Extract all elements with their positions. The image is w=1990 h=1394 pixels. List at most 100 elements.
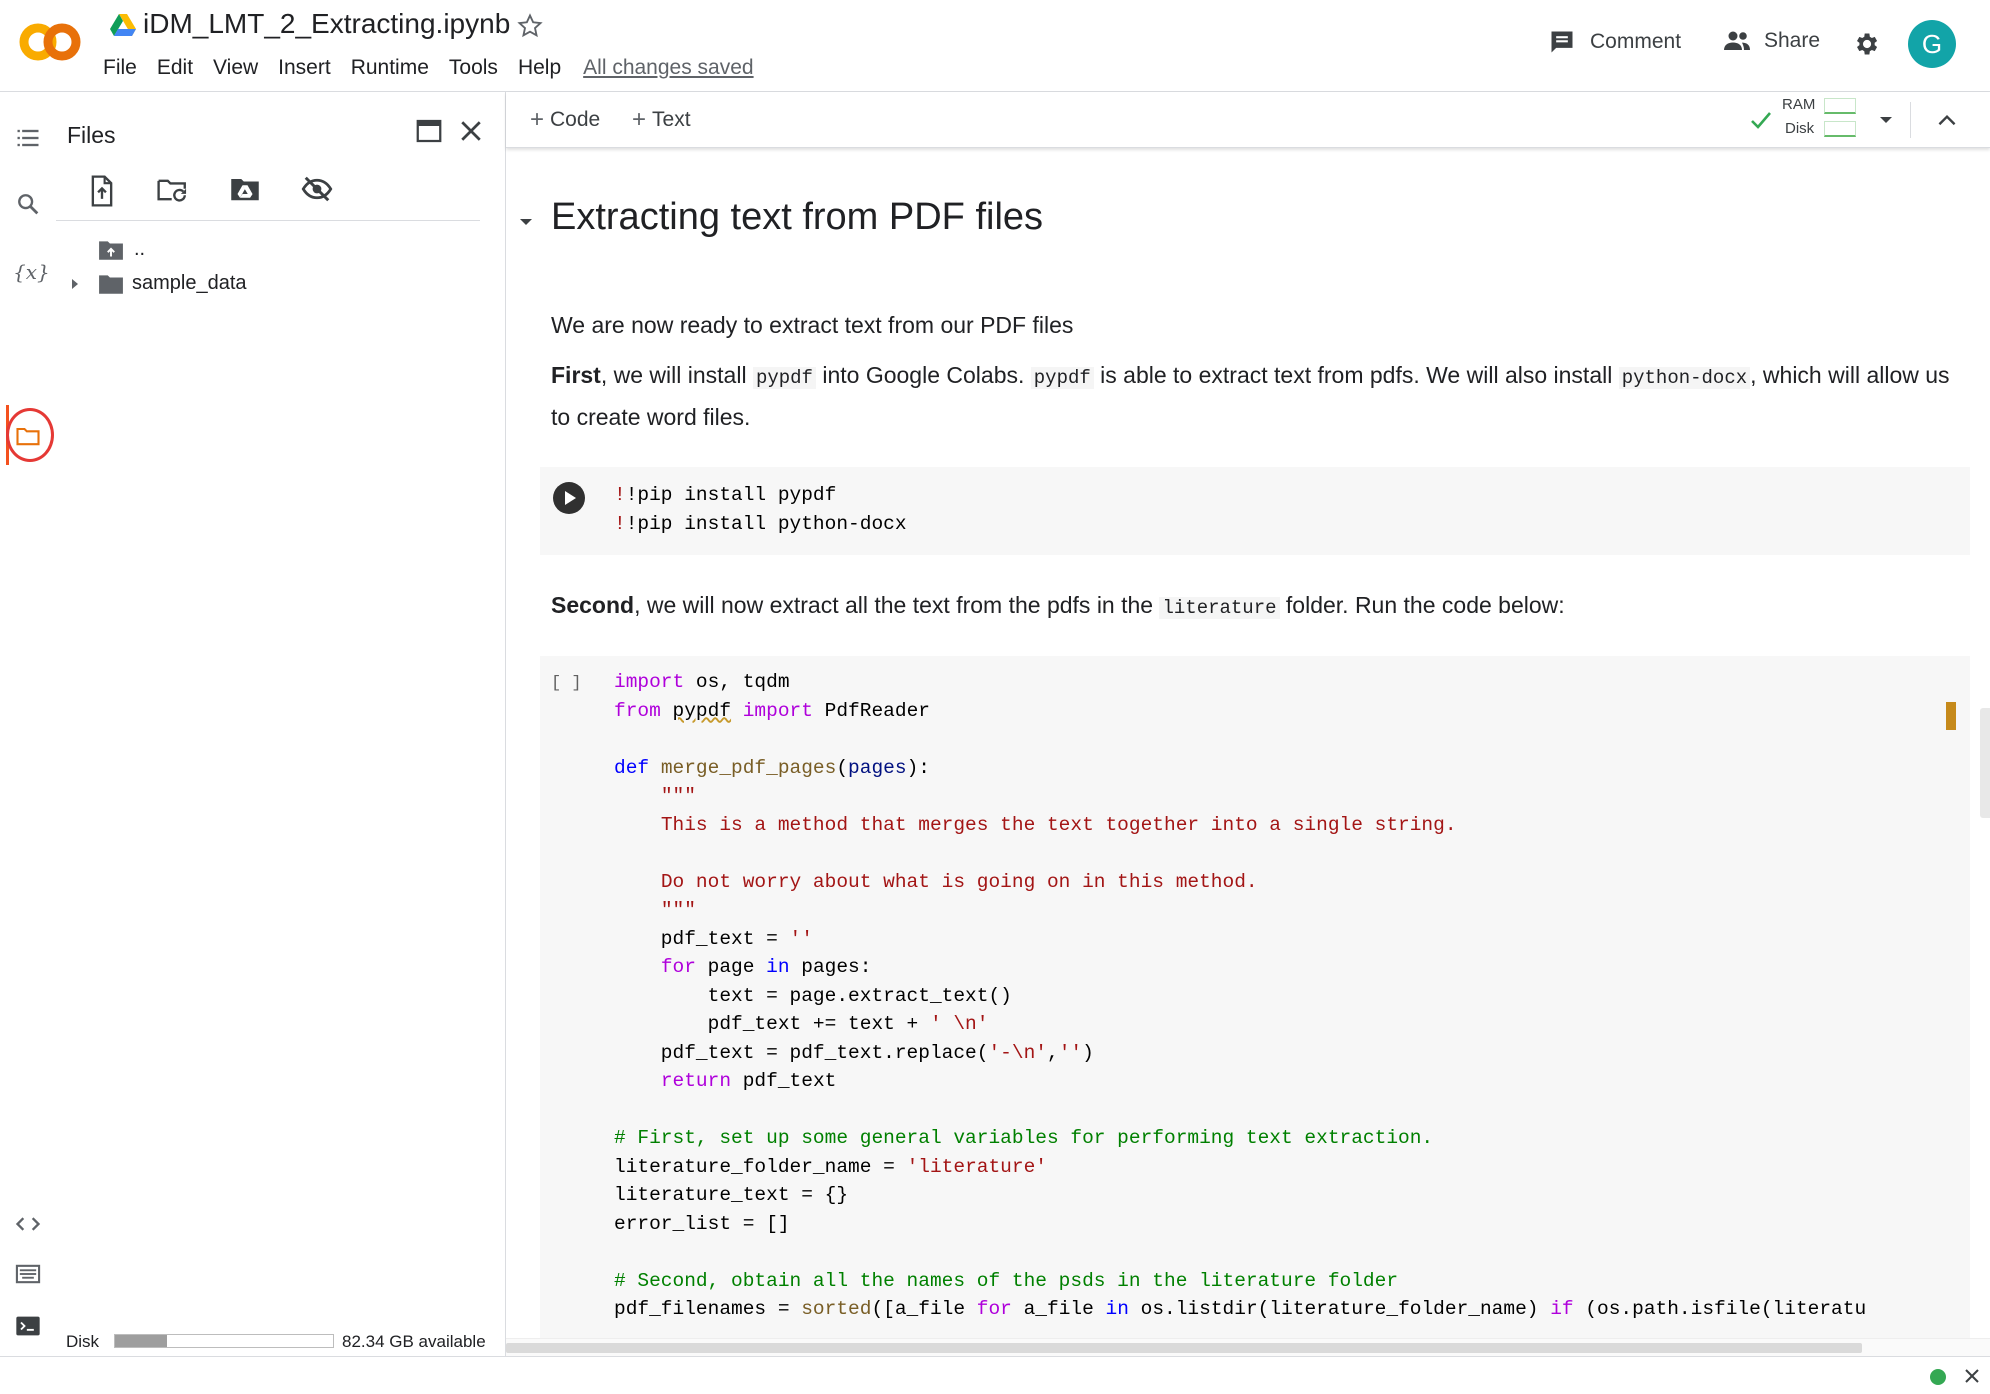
menu-view[interactable]: View [203, 54, 268, 82]
menu-file[interactable]: File [93, 54, 147, 82]
disk-label: Disk [66, 1332, 100, 1351]
comment-icon [1551, 31, 1573, 53]
text-cell-second[interactable]: Second, we will now extract all the text… [551, 586, 1971, 628]
code-line: !pip install python-docx [625, 512, 907, 535]
menu-insert[interactable]: Insert [268, 54, 341, 82]
code-line: !pip install pypdf [625, 484, 837, 506]
bang-mark: ! [614, 484, 626, 506]
horizontal-scrollbar[interactable] [506, 1338, 1990, 1356]
comment-label: Comment [1590, 30, 1682, 53]
runtime-status-dot[interactable] [1930, 1369, 1946, 1385]
mount-drive-icon[interactable] [228, 174, 262, 208]
disk-available-text: 82.34 GB available [342, 1332, 486, 1351]
text-cell-intro[interactable]: We are now ready to extract text from ou… [551, 306, 1971, 345]
close-status-icon[interactable] [1963, 1367, 1981, 1385]
code-editor[interactable]: import os, tqdm from pypdf import PdfRea… [614, 668, 1866, 1324]
disk-mini-usage-bar[interactable] [1824, 121, 1856, 137]
text-span: is able to extract text from pdfs. We wi… [1093, 362, 1619, 388]
folder-up-icon [99, 240, 123, 260]
ram-label: RAM [1782, 96, 1816, 113]
text-span: into Google Colabs. [815, 362, 1031, 388]
folder-icon [99, 274, 123, 294]
add-code-label: Code [550, 108, 601, 131]
menu-help[interactable]: Help [508, 54, 571, 82]
comment-button[interactable]: Comment [1548, 28, 1681, 56]
files-panel-title: Files [67, 122, 116, 148]
tree-item-label: sample_data [132, 272, 247, 294]
plus-icon: + [632, 106, 647, 133]
people-icon [1724, 31, 1750, 50]
execution-count: [ ] [551, 674, 582, 693]
status-bar [0, 1356, 1990, 1394]
google-drive-icon[interactable] [110, 14, 136, 36]
play-icon [565, 491, 576, 505]
inline-code: literature [1159, 597, 1280, 619]
notebook-title[interactable]: iDM_LMT_2_Extracting.ipynb [143, 8, 510, 40]
menu-bar: File Edit View Insert Runtime Tools Help… [93, 54, 754, 82]
files-toolbar [86, 174, 334, 208]
tree-item-parent[interactable]: .. [98, 238, 145, 261]
menu-runtime[interactable]: Runtime [341, 54, 439, 82]
close-panel-icon[interactable] [456, 116, 486, 146]
vertical-scrollbar-thumb[interactable] [1980, 708, 1990, 818]
hide-files-icon[interactable] [300, 174, 334, 208]
text-cell-first[interactable]: First, we will install pypdf into Google… [551, 356, 1971, 437]
add-code-button[interactable]: + Code [530, 106, 600, 134]
resources-dropdown-icon[interactable] [1876, 112, 1896, 128]
toolbar-divider [1910, 102, 1911, 138]
section-heading: Extracting text from PDF files [551, 196, 1044, 238]
left-rail: {x} [0, 92, 56, 1356]
files-divider [56, 220, 480, 221]
bang-mark: ! [614, 512, 626, 535]
share-label: Share [1764, 29, 1821, 52]
connected-check-icon[interactable] [1748, 108, 1774, 132]
app-header: iDM_LMT_2_Extracting.ipynb File Edit Vie… [0, 0, 1990, 92]
add-text-label: Text [652, 108, 691, 131]
upload-file-icon[interactable] [86, 174, 118, 208]
inline-code: pypdf [1030, 367, 1094, 389]
tree-item-sample-data[interactable]: sample_data [66, 272, 247, 295]
disk-usage-bar [114, 1334, 334, 1348]
ram-usage-bar[interactable] [1824, 98, 1856, 114]
notebook-content: Extracting text from PDF files We are no… [506, 148, 1990, 1338]
add-text-button[interactable]: + Text [632, 106, 691, 134]
first-bold: First [551, 362, 601, 388]
text-span: , we will install [600, 362, 753, 388]
table-of-contents-icon[interactable] [14, 124, 42, 152]
save-status[interactable]: All changes saved [583, 54, 753, 82]
open-in-tab-icon[interactable] [414, 116, 444, 146]
second-bold: Second [551, 592, 635, 618]
disk-mini-label: Disk [1785, 120, 1815, 137]
disk-usage-fill [115, 1335, 168, 1347]
text-span: folder. Run the code below: [1279, 592, 1565, 618]
terminal-icon[interactable] [14, 1312, 42, 1340]
code-cell-install[interactable]: !!pip install pypdf !!pip install python… [540, 467, 1970, 555]
command-palette-icon[interactable] [14, 1260, 42, 1288]
plus-icon: + [530, 106, 545, 133]
menu-tools[interactable]: Tools [439, 54, 508, 82]
cell-cursor-marker [1946, 702, 1956, 730]
tree-item-label: .. [134, 238, 146, 260]
code-snippets-icon[interactable] [14, 1210, 42, 1238]
menu-edit[interactable]: Edit [147, 54, 203, 82]
intro-text: We are now ready to extract text from ou… [551, 312, 1074, 338]
text-span: , we will now extract all the text from … [634, 592, 1160, 618]
code-cell-extract[interactable]: [ ] import os, tqdm from pypdf import Pd… [540, 656, 1970, 1338]
settings-gear-icon[interactable] [1852, 30, 1880, 58]
collapse-header-icon[interactable] [1934, 108, 1960, 134]
folder-icon[interactable] [14, 422, 42, 450]
run-cell-button[interactable] [553, 482, 585, 514]
colab-logo[interactable] [18, 20, 82, 64]
variables-icon[interactable]: {x} [13, 260, 50, 284]
user-avatar[interactable]: G [1908, 20, 1956, 68]
inline-code: python-docx [1618, 367, 1751, 389]
section-collapse-caret-icon[interactable] [516, 214, 536, 230]
star-icon[interactable] [516, 12, 544, 40]
expand-caret-icon[interactable] [66, 275, 84, 293]
horizontal-scrollbar-thumb[interactable] [506, 1343, 1862, 1353]
search-icon[interactable] [14, 190, 42, 218]
inline-code: pypdf [752, 367, 816, 389]
code-editor[interactable]: !!pip install pypdf !!pip install python… [614, 481, 907, 538]
refresh-folder-icon[interactable] [156, 174, 190, 208]
share-button[interactable]: Share [1722, 28, 1820, 54]
